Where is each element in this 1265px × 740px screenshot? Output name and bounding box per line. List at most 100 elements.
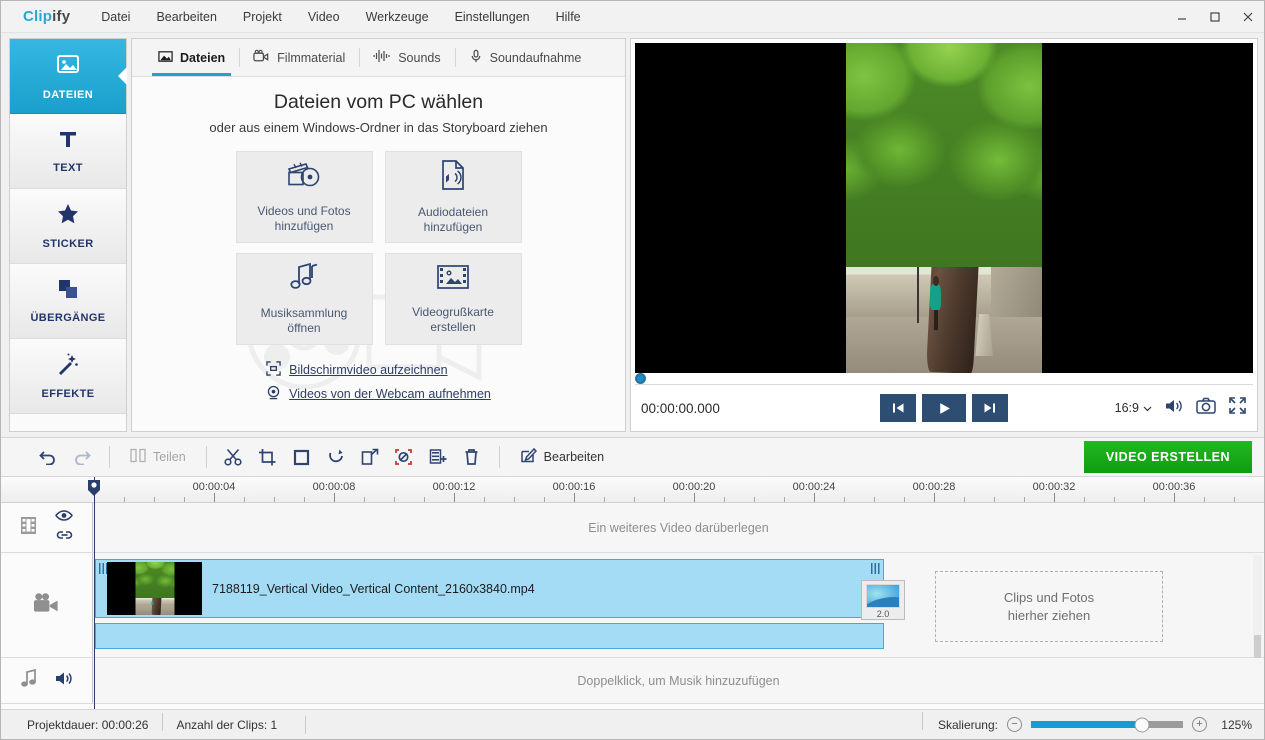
fullscreen-icon[interactable]: [1228, 396, 1247, 420]
menu-item-einstellungen[interactable]: Einstellungen: [442, 6, 543, 28]
clip-right-handle[interactable]: [871, 563, 880, 574]
preview-seek-bar[interactable]: [635, 373, 1253, 385]
timeline-clip[interactable]: 7188119_Vertical Video_Vertical Content_…: [95, 559, 884, 618]
speaker-icon[interactable]: [54, 670, 74, 692]
sidebar-item-dateien[interactable]: DATEIEN: [10, 39, 126, 114]
create-video-button[interactable]: VIDEO ERSTELLEN: [1083, 441, 1252, 473]
split-button[interactable]: Teilen: [120, 442, 196, 472]
add-audio-files-button[interactable]: Audiodateien hinzufügen: [384, 151, 522, 243]
ruler-tick: [364, 497, 365, 502]
sidebar-item-sticker[interactable]: STICKER: [10, 189, 126, 264]
panel-body: Dateien vom PC wählen oder aus einem Win…: [132, 77, 625, 431]
skip-previous-icon[interactable]: [880, 394, 916, 422]
timeline-playhead[interactable]: [87, 479, 101, 497]
transition-thumbnail: [866, 584, 900, 608]
status-separator: [305, 715, 307, 734]
cut-icon[interactable]: [217, 442, 251, 472]
add-videos-photos-button[interactable]: Videos und Fotos hinzufügen: [235, 151, 373, 243]
create-video-greeting-card-button[interactable]: Videogrußkarte erstellen: [384, 253, 522, 345]
speed-icon[interactable]: [421, 442, 455, 472]
star-icon: [56, 202, 80, 231]
maximize-icon[interactable]: [1198, 1, 1231, 33]
clip-audio-strip[interactable]: [95, 623, 884, 649]
sidebar-filler: [10, 414, 126, 431]
sidebar-item-label: DATEIEN: [42, 89, 94, 101]
crop-icon[interactable]: [251, 442, 285, 472]
menu-item-bearbeiten[interactable]: Bearbeiten: [143, 6, 229, 28]
link-icon[interactable]: [56, 529, 73, 547]
thumb-canopy: [135, 562, 174, 599]
video-track: 7188119_Vertical Video_Vertical Content_…: [1, 553, 1264, 677]
scale-slider[interactable]: [1031, 717, 1183, 732]
transition-element[interactable]: 2.0: [861, 580, 905, 620]
ruler-tick: [1144, 497, 1145, 502]
link-label: Bildschirmvideo aufzeichnen: [289, 363, 448, 377]
edit-button[interactable]: Bearbeiten: [510, 442, 614, 472]
ruler-tick: [484, 497, 485, 502]
minimize-icon[interactable]: [1165, 1, 1198, 33]
ruler-tick: [874, 497, 875, 502]
ruler-tick: [844, 497, 845, 502]
sidebar-item-text[interactable]: TEXT: [10, 114, 126, 189]
timeline-playhead-line: [94, 477, 95, 709]
ruler-tick: [664, 497, 665, 502]
menu-item-datei[interactable]: Datei: [88, 6, 143, 28]
ruler-label: 00:00:20: [672, 481, 716, 493]
tab-filmmaterial[interactable]: Filmmaterial: [239, 39, 359, 76]
frame-tree-canopy: [846, 43, 1042, 268]
clip-thumbnail-frame: [135, 562, 174, 615]
video-canvas[interactable]: [635, 43, 1253, 373]
skip-next-icon[interactable]: [972, 394, 1008, 422]
preview-playhead[interactable]: [635, 373, 646, 384]
ruler-tick: [994, 497, 995, 502]
menu-item-projekt[interactable]: Projekt: [230, 6, 295, 28]
toolbar-separator: [205, 446, 207, 468]
record-webcam-link[interactable]: Videos von der Webcam aufnehmen: [266, 385, 491, 403]
delete-icon[interactable]: [455, 442, 489, 472]
scale-slider-knob[interactable]: [1134, 717, 1150, 732]
eye-icon[interactable]: [55, 508, 73, 526]
pan-zoom-icon[interactable]: [353, 442, 387, 472]
filmstrip-photo-icon: [436, 263, 470, 296]
sidebar-item-effekte[interactable]: EFFEKTE: [10, 339, 126, 414]
preview-right-controls: 16:9: [1115, 396, 1247, 420]
audio-track-body[interactable]: Doppelklick, um Musik hinzuzufügen: [93, 658, 1264, 703]
overlay-track: Ein weiteres Video darüberlegen: [1, 503, 1264, 553]
menu-item-werkzeuge[interactable]: Werkzeuge: [353, 6, 442, 28]
timeline-ruler[interactable]: 00:00:04 00:00:08 00:00:12 00:00:16 00:00:20…: [1, 477, 1264, 503]
overlay-track-toggles: [55, 508, 73, 547]
frame-person-legs: [934, 310, 939, 331]
menu-item-video[interactable]: Video: [295, 6, 353, 28]
tab-dateien[interactable]: Dateien: [144, 39, 239, 76]
timeline-vertical-scrollbar[interactable]: [1253, 555, 1262, 677]
overlay-track-header: [1, 503, 93, 552]
tab-soundaufnahme[interactable]: Soundaufnahme: [454, 39, 596, 76]
tab-sounds[interactable]: Sounds: [359, 39, 454, 76]
camera-icon[interactable]: [1196, 397, 1216, 420]
play-icon[interactable]: [922, 394, 966, 422]
ruler-label: 00:00:24: [792, 481, 836, 493]
split-label: Teilen: [153, 450, 186, 464]
menu-item-hilfe[interactable]: Hilfe: [543, 6, 594, 28]
zoom-in-button[interactable]: +: [1192, 717, 1207, 732]
zoom-out-button[interactable]: −: [1007, 717, 1022, 732]
redo-icon[interactable]: [65, 442, 99, 472]
overlay-track-body[interactable]: Ein weiteres Video darüberlegen: [93, 503, 1264, 552]
tab-label: Dateien: [180, 50, 226, 65]
rotate-icon[interactable]: [319, 442, 353, 472]
tab-label: Filmmaterial: [277, 50, 346, 65]
open-music-collection-button[interactable]: Musiksammlung öffnen: [235, 253, 373, 345]
volume-icon[interactable]: [1164, 397, 1184, 420]
ruler-label: 00:00:16: [552, 481, 596, 493]
video-track-body[interactable]: 7188119_Vertical Video_Vertical Content_…: [93, 553, 1264, 677]
clips-value: 1: [270, 717, 278, 732]
record-screen-link[interactable]: Bildschirmvideo aufzeichnen: [266, 361, 491, 379]
sidebar-item-uebergaenge[interactable]: ÜBERGÄNGE: [10, 264, 126, 339]
aspect-ratio-dropdown[interactable]: 16:9: [1115, 401, 1152, 415]
clips-dropzone[interactable]: Clips und Fotos hierher ziehen: [935, 571, 1163, 642]
video-camera-icon: [253, 49, 270, 66]
stabilize-icon[interactable]: [285, 442, 319, 472]
close-icon[interactable]: [1231, 1, 1264, 33]
chroma-key-icon[interactable]: [387, 442, 421, 472]
undo-icon[interactable]: [31, 442, 65, 472]
